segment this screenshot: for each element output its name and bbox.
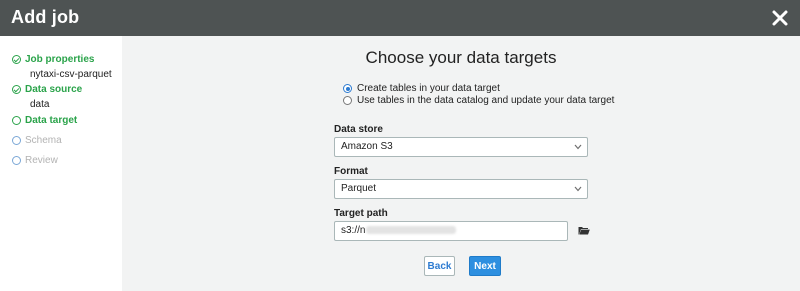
main-panel: Choose your data targets Create tables i… (122, 36, 800, 291)
window-title: Add job (11, 7, 80, 27)
circle-icon (12, 156, 21, 165)
step-label: Schema (25, 135, 62, 146)
next-button[interactable]: Next (469, 256, 501, 276)
circle-icon (12, 136, 21, 145)
target-path-value: s3://n (341, 225, 366, 236)
step-label: Data target (25, 115, 78, 126)
redacted-path (366, 226, 457, 235)
folder-open-icon[interactable] (578, 226, 590, 235)
close-icon[interactable] (770, 8, 790, 28)
target-path-label: Target path (334, 208, 388, 219)
target-path-input[interactable]: s3://n (334, 221, 568, 241)
circle-icon (12, 116, 21, 125)
step-summary: data (30, 99, 50, 110)
title-bar: Add job (0, 0, 800, 36)
data-store-select[interactable]: Amazon S3 (334, 137, 588, 157)
check-circle-icon (12, 85, 21, 94)
chevron-down-icon (574, 144, 582, 150)
step-job-properties[interactable]: Job properties (12, 54, 94, 65)
step-summary: nytaxi-csv-parquet (30, 69, 112, 80)
step-data-source[interactable]: Data source (12, 84, 82, 95)
step-label: Review (25, 155, 58, 166)
page-title: Choose your data targets (365, 48, 557, 67)
data-store-value: Amazon S3 (341, 141, 393, 152)
step-label: Job properties (25, 54, 95, 65)
format-value: Parquet (341, 183, 377, 194)
back-button[interactable]: Back (424, 256, 455, 276)
radio-use-catalog-tables[interactable]: Use tables in the data catalog and updat… (343, 95, 614, 106)
data-store-label: Data store (334, 124, 383, 135)
chevron-down-icon (574, 186, 582, 192)
radio-button-selected[interactable] (343, 84, 352, 93)
radio-label: Create tables in your data target (357, 83, 500, 94)
step-review: Review (12, 155, 58, 166)
format-label: Format (334, 166, 368, 177)
step-schema: Schema (12, 135, 62, 146)
format-select[interactable]: Parquet (334, 179, 588, 199)
check-circle-icon (12, 55, 21, 64)
radio-create-tables[interactable]: Create tables in your data target (343, 83, 500, 94)
radio-label: Use tables in the data catalog and updat… (357, 95, 615, 106)
wizard-steps-sidebar: Job properties nytaxi-csv-parquet Data s… (0, 36, 122, 291)
step-label: Data source (25, 84, 83, 95)
step-data-target[interactable]: Data target (12, 115, 77, 126)
radio-button[interactable] (343, 96, 352, 105)
